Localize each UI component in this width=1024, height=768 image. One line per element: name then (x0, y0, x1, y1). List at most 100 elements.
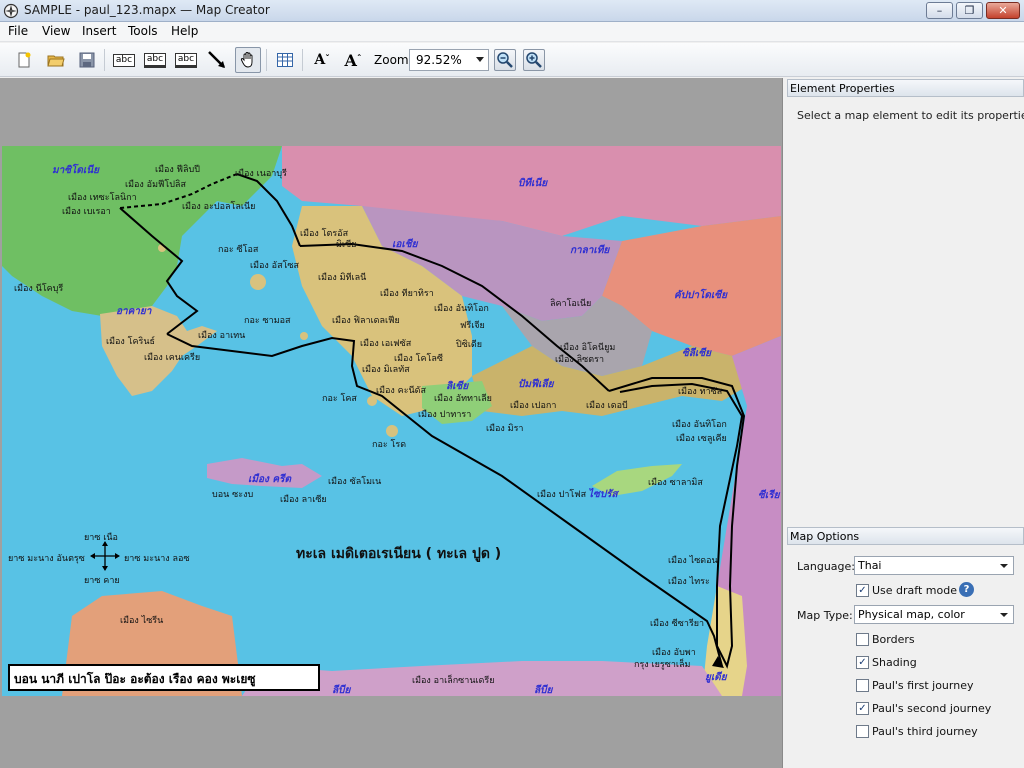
map-place-label: เมือง เดอบี (586, 401, 628, 411)
menu-insert[interactable]: Insert (82, 24, 116, 38)
map-title[interactable]: บอน นาภี เปาโล ป๊อะ อะต้อง เรือง คอง พะเ… (8, 664, 320, 691)
map-type-label: Map Type: (797, 609, 853, 622)
map-place-label: มิเซีย (336, 240, 357, 250)
borders-checkbox[interactable] (856, 633, 869, 646)
map-place-label: กอะ โรด (372, 440, 407, 450)
element-properties-hint: Select a map element to edit its propert… (797, 109, 1024, 122)
map-image[interactable] (2, 146, 781, 696)
map-type-select[interactable]: Physical map, color (854, 605, 1014, 624)
map-region-label: เมือง ครีต (248, 474, 291, 485)
third-journey-label: Paul's third journey (872, 725, 978, 738)
zoom-in-button[interactable] (523, 49, 545, 71)
map-place-label: เมือง ทาซัส (678, 387, 723, 397)
map-place-label: เมือง อันทิโอก (434, 304, 489, 314)
decrease-font-icon[interactable]: Aˇ (309, 47, 335, 73)
shading-checkbox[interactable]: ✓ (856, 656, 869, 669)
map-place-label: เมือง อัสโซส (250, 261, 300, 271)
map-place-label: เมือง อะปอลโลเนีย (182, 202, 256, 212)
map-place-label: เมือง ทียาทิรา (380, 289, 434, 299)
menu-help[interactable]: Help (171, 24, 198, 38)
zoom-value: 92.52% (416, 53, 462, 67)
minimize-button[interactable]: – (926, 2, 953, 19)
map-place-label: เมือง โครินธ์ (106, 337, 156, 347)
map-place-label: เมือง อัมฟีโปลิส (125, 180, 186, 190)
map-place-label: เมือง ไทระ (668, 577, 710, 587)
compass-east-label: ยาซ มะนาง ลอซ (124, 554, 190, 564)
chevron-down-icon (1000, 613, 1008, 617)
menu-file[interactable]: File (8, 24, 28, 38)
map-place-label: เมือง ซัลโมเน (328, 477, 382, 487)
map-region-label: ไซปรัส (588, 489, 618, 500)
close-button[interactable]: ✕ (986, 2, 1020, 19)
map-place-label: เมือง คะนีดัส (376, 386, 427, 396)
map-place-label: เมือง ซีซารียา (650, 619, 705, 629)
pan-hand-icon[interactable] (235, 47, 261, 73)
map-region-label: กาลาเทีย (570, 245, 610, 256)
map-place-label: เมือง มิเลทัส (362, 365, 410, 375)
map-region-label: บิทีเนีย (518, 178, 548, 189)
use-draft-mode-label: Use draft mode (872, 584, 957, 597)
increase-font-icon[interactable]: Aˆ (340, 47, 366, 73)
map-place-label: เมือง ฟิลาเดลเฟีย (332, 316, 400, 326)
map-terrain (2, 146, 781, 696)
map-place-label: ฟรีเจีย (460, 321, 485, 331)
map-place-label: เมือง ฟีลิบปี (155, 165, 200, 175)
menu-bar: File View Insert Tools Help (0, 22, 1024, 42)
marker-label-icon[interactable]: abc (173, 47, 199, 73)
language-value: Thai (858, 559, 882, 572)
map-region-label: ลีบีย (332, 685, 351, 696)
menu-tools[interactable]: Tools (128, 24, 158, 38)
first-journey-checkbox[interactable] (856, 679, 869, 692)
zoom-out-icon (497, 52, 513, 68)
zoom-in-icon (526, 52, 542, 68)
map-place-label: เมือง ปาโฟส (537, 490, 587, 500)
map-place-label: เมือง เคนเครีย (144, 353, 201, 363)
map-place-label: เมือง ปาทารา (418, 410, 472, 420)
third-journey-checkbox[interactable] (856, 725, 869, 738)
compass-west-label: ยาซ มะนาง อันตรุซ (8, 554, 85, 564)
map-place-label: เมือง นีโคบุรี (14, 284, 64, 294)
map-place-label: เมือง อันทิโอก (672, 420, 727, 430)
use-draft-mode-checkbox[interactable]: ✓ (856, 584, 869, 597)
second-journey-checkbox[interactable]: ✓ (856, 702, 869, 715)
chevron-down-icon (1000, 564, 1008, 568)
shading-label: Shading (872, 656, 917, 669)
language-select[interactable]: Thai (854, 556, 1014, 575)
new-file-icon[interactable] (11, 47, 37, 73)
map-type-value: Physical map, color (858, 608, 965, 621)
map-place-label: เมือง ซาลามิส (648, 478, 703, 488)
borders-label: Borders (872, 633, 915, 646)
maximize-button[interactable]: ❐ (956, 2, 983, 19)
text-label-icon[interactable]: abc (111, 47, 137, 73)
table-grid-icon[interactable] (272, 47, 298, 73)
map-place-label: เมือง อัททาเลีย (434, 394, 492, 404)
map-region-label: เอเชีย (392, 239, 418, 250)
title-bar: SAMPLE - paul_123.mapx — Map Creator – ❐… (0, 0, 1024, 22)
arrow-tool-icon[interactable] (204, 47, 230, 73)
second-journey-label: Paul's second journey (872, 702, 992, 715)
zoom-select[interactable]: 92.52% (409, 49, 489, 71)
map-region-label: มาซิโดเนีย (52, 165, 99, 176)
save-icon[interactable] (74, 47, 100, 73)
help-icon[interactable]: ? (959, 582, 974, 597)
map-place-label: เมือง อาเทน (198, 331, 246, 341)
element-properties-header: Element Properties (787, 79, 1024, 97)
map-region-label: ยูเดีย (705, 672, 727, 683)
sea-label: ทะเล เมดิเตอเรเนียน ( ทะเล ปูด ) (296, 546, 502, 562)
open-folder-icon[interactable] (43, 47, 69, 73)
map-place-label: กอะ โคส (322, 394, 357, 404)
menu-view[interactable]: View (42, 24, 70, 38)
zoom-out-button[interactable] (494, 49, 516, 71)
map-place-label: เมือง เซลูเคีย (676, 434, 727, 444)
map-place-label: เมือง เนอาบุรี (235, 169, 287, 179)
map-place-label: ลิคาโอเนีย (550, 299, 592, 309)
zoom-label: Zoom: (374, 53, 413, 67)
map-region-label: ปัมฟีเลีย (518, 379, 554, 390)
map-place-label: เมือง เบเรอา (62, 207, 111, 217)
map-place-label: บอน ซะงบ (212, 490, 254, 500)
language-label: Language: (797, 560, 855, 573)
map-place-label: เมือง ลิซตรา (555, 355, 605, 365)
map-region-label: คัปปาโดเซีย (674, 290, 727, 301)
point-label-icon[interactable]: abc (142, 47, 168, 73)
map-region-label: ซีเรีย (758, 490, 780, 501)
